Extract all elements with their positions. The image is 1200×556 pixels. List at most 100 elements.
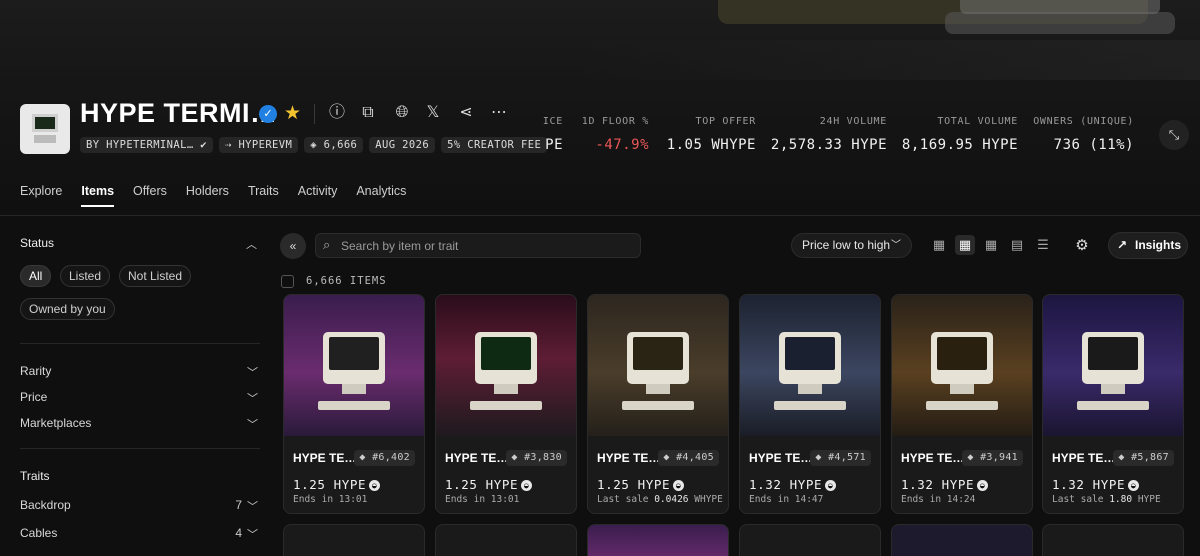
tab-explore[interactable]: Explore: [20, 184, 62, 207]
hype-token-icon: ◒: [1128, 480, 1140, 491]
banner-artwork: [960, 0, 1160, 14]
keyboard-image: [318, 401, 390, 410]
tab-traits[interactable]: Traits: [248, 184, 279, 207]
hype-token-icon: ◒: [825, 480, 837, 491]
monitor-stand: [342, 384, 366, 394]
status-filter-title[interactable]: Status: [20, 236, 54, 250]
status-pill-not-listed[interactable]: Not Listed: [119, 265, 192, 287]
subtext-prefix: Ends in 14:47: [749, 494, 824, 505]
item-card[interactable]: HYPE TE… ◆ #5,867 1.32 HYPE ◒ Last sale 1…: [1042, 294, 1184, 514]
keyboard-image: [622, 401, 694, 410]
item-name: HYPE TE…: [597, 451, 661, 465]
tab-activity[interactable]: Activity: [298, 184, 338, 207]
grid-large-view-icon[interactable]: ▦: [981, 235, 1001, 255]
stat-24h-volume: 24H VOLUME 2,578.33 HYPE: [771, 116, 887, 153]
status-pill-owned-by-you[interactable]: Owned by you: [20, 298, 115, 320]
item-subtext: Ends in 13:01: [293, 494, 367, 505]
insights-button[interactable]: ↗ Insights: [1108, 232, 1188, 259]
filter-marketplaces[interactable]: Marketplaces ﹀: [20, 416, 260, 431]
tab-offers[interactable]: Offers: [133, 184, 167, 207]
status-pill-all[interactable]: All: [20, 265, 52, 287]
tab-items[interactable]: Items: [81, 184, 114, 207]
item-name: HYPE TE…: [293, 451, 357, 465]
item-image: [892, 295, 1032, 436]
item-card[interactable]: [739, 524, 881, 556]
item-card[interactable]: HYPE TE… ◆ #4,571 1.32 HYPE ◒ Ends in 14:…: [739, 294, 881, 514]
stat-owners: OWNERS (UNIQUE) 736 (11%): [1033, 116, 1134, 153]
filter-label: Marketplaces: [20, 416, 92, 430]
subtext-prefix: Last sale: [1052, 494, 1110, 505]
collapse-sidebar-icon[interactable]: «: [280, 233, 306, 259]
item-price: 1.25 HYPE ◒: [445, 477, 533, 492]
monitor-stand: [646, 384, 670, 394]
keyboard-image: [1077, 401, 1149, 410]
chevron-up-icon[interactable]: ︿: [246, 236, 257, 252]
status-pill-listed[interactable]: Listed: [60, 265, 111, 287]
stat-floor-change: 1D FLOOR % -47.9%: [582, 116, 649, 153]
grid-small-view-icon[interactable]: ▦: [929, 235, 949, 255]
stat-label: 24H VOLUME: [819, 116, 887, 127]
item-subtext: Ends in 13:01: [445, 494, 519, 505]
item-card[interactable]: [891, 524, 1033, 556]
list-view-icon[interactable]: ▤: [1007, 235, 1027, 255]
item-card[interactable]: [435, 524, 577, 556]
trait-label: Backdrop: [20, 498, 71, 512]
trait-cables[interactable]: Cables 4 ﹀: [20, 526, 260, 541]
grid-medium-view-icon[interactable]: ▦: [955, 235, 975, 255]
banner-artwork: [580, 40, 1200, 80]
trait-backdrop[interactable]: Backdrop 7 ﹀: [20, 498, 260, 513]
stat-label: ICE: [542, 116, 563, 127]
stat-label: TOTAL VOLUME: [937, 116, 1018, 127]
chevron-down-icon: ﹀: [247, 393, 258, 405]
stat-value: PE: [545, 137, 563, 153]
item-card[interactable]: [1042, 524, 1184, 556]
item-card[interactable]: HYPE TE… ◆ #6,402 1.25 HYPE ◒ Ends in 13:…: [283, 294, 425, 514]
item-card[interactable]: [587, 524, 729, 556]
search-bar[interactable]: ⌕: [315, 233, 641, 258]
filter-rarity[interactable]: Rarity ﹀: [20, 364, 260, 379]
item-price: 1.32 HYPE ◒: [901, 477, 989, 492]
item-card[interactable]: HYPE TE… ◆ #4,405 1.25 HYPE ◒ Last sale 0…: [587, 294, 729, 514]
filter-price[interactable]: Price ﹀: [20, 390, 260, 405]
tab-holders[interactable]: Holders: [186, 184, 229, 207]
table-view-icon[interactable]: ☰: [1033, 235, 1053, 255]
computer-monitor-image: [931, 332, 993, 384]
subtext-suffix: WHYPE: [688, 494, 723, 505]
search-input[interactable]: [341, 238, 631, 254]
trait-count: 7: [235, 498, 242, 512]
tab-analytics[interactable]: Analytics: [356, 184, 406, 207]
collapse-header-icon[interactable]: ⤡: [1159, 120, 1189, 150]
item-card[interactable]: [283, 524, 425, 556]
monitor-stand: [798, 384, 822, 394]
item-number-badge: ◆ #4,405: [658, 450, 719, 466]
subtext-prefix: Ends in 13:01: [293, 494, 368, 505]
insights-label: Insights: [1135, 238, 1182, 252]
item-card[interactable]: HYPE TE… ◆ #3,830 1.25 HYPE ◒ Ends in 13:…: [435, 294, 577, 514]
price-value: 1.25 HYPE: [293, 477, 367, 492]
filter-label: Price: [20, 390, 48, 404]
computer-monitor-image: [475, 332, 537, 384]
chevron-down-icon: ﹀: [247, 419, 258, 431]
sidebar-divider: [20, 343, 260, 344]
stat-label: OWNERS (UNIQUE): [1033, 116, 1134, 127]
keyboard-image: [926, 401, 998, 410]
select-all-checkbox[interactable]: [281, 275, 294, 288]
price-value: 1.25 HYPE: [597, 477, 671, 492]
hype-token-icon: ◒: [977, 480, 989, 491]
item-subtext: Ends in 14:24: [901, 494, 975, 505]
monitor-stand: [1101, 384, 1125, 394]
monitor-stand: [494, 384, 518, 394]
item-number-badge: ◆ #3,830: [506, 450, 567, 466]
item-number-badge: ◆ #5,867: [1113, 450, 1174, 466]
traits-title: Traits: [20, 469, 50, 483]
item-name: HYPE TE…: [901, 451, 965, 465]
collection-stats: ICE PE 1D FLOOR % -47.9% TOP OFFER 1.05 …: [0, 116, 1200, 166]
sort-dropdown[interactable]: Price low to high ﹀: [791, 233, 912, 258]
subtext-prefix: Ends in 13:01: [445, 494, 520, 505]
item-image: [740, 295, 880, 436]
computer-monitor-image: [1082, 332, 1144, 384]
stat-total-volume: TOTAL VOLUME 8,169.95 HYPE: [902, 116, 1018, 153]
gear-icon[interactable]: ⚙: [1069, 233, 1095, 259]
item-card[interactable]: HYPE TE… ◆ #3,941 1.32 HYPE ◒ Ends in 14:…: [891, 294, 1033, 514]
price-value: 1.32 HYPE: [901, 477, 975, 492]
